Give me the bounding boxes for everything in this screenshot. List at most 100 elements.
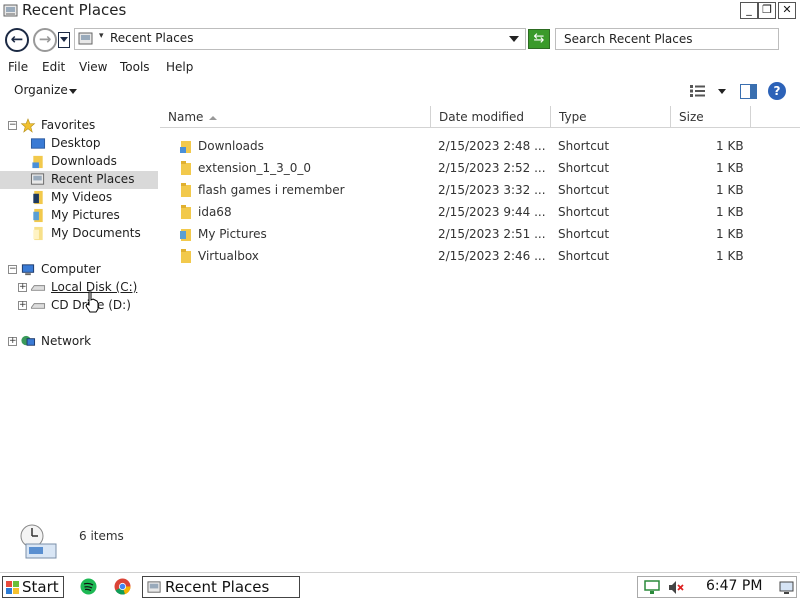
- menu-tools[interactable]: Tools: [120, 60, 150, 74]
- hand-cursor-icon: [85, 291, 99, 313]
- file-size: 1 KB: [716, 161, 744, 175]
- menu-edit[interactable]: Edit: [42, 60, 65, 74]
- column-header-type[interactable]: Type: [551, 106, 671, 128]
- file-row[interactable]: ida68 2/15/2023 9:44 ... Shortcut 1 KB: [160, 201, 800, 223]
- column-size-label: Size: [679, 110, 704, 124]
- taskbar-button-label: Recent Places: [165, 578, 270, 596]
- taskbar-button-recent-places[interactable]: Recent Places: [142, 576, 300, 598]
- nav-item-label: Recent Places: [51, 172, 135, 186]
- start-label: Start: [22, 578, 59, 596]
- search-input[interactable]: Search Recent Places: [555, 28, 779, 50]
- chrome-icon[interactable]: [114, 578, 131, 595]
- menu-file[interactable]: File: [8, 60, 28, 74]
- file-type: Shortcut: [558, 139, 610, 153]
- menu-help[interactable]: Help: [166, 60, 193, 74]
- nav-item-label: My Documents: [51, 226, 141, 240]
- collapse-icon[interactable]: −: [8, 265, 17, 274]
- back-button[interactable]: ←: [5, 28, 29, 52]
- recent-places-icon: [30, 173, 45, 185]
- collapse-icon[interactable]: −: [8, 121, 17, 130]
- change-view-icon[interactable]: [690, 84, 706, 98]
- nav-item-my-videos[interactable]: My Videos: [0, 189, 158, 207]
- file-size: 1 KB: [716, 249, 744, 263]
- address-bar[interactable]: ▾ Recent Places: [74, 28, 526, 50]
- item-count: 6 items: [79, 529, 124, 543]
- column-type-label: Type: [559, 110, 587, 124]
- spotify-icon[interactable]: [80, 578, 97, 595]
- file-row[interactable]: flash games i remember 2/15/2023 3:32 ...…: [160, 179, 800, 201]
- file-name: Downloads: [198, 139, 264, 153]
- back-arrow-icon: ←: [10, 30, 24, 48]
- forward-arrow-icon: →: [38, 30, 52, 48]
- folder-icon: [181, 183, 191, 197]
- folder-icon: [181, 205, 191, 219]
- cd-drive-icon: [30, 303, 46, 309]
- expand-icon[interactable]: +: [18, 283, 27, 292]
- network-icon: [21, 335, 36, 346]
- recent-places-icon: [78, 32, 93, 45]
- forward-button[interactable]: →: [33, 28, 57, 52]
- nav-item-label: My Videos: [51, 190, 113, 204]
- file-date: 2/15/2023 3:32 ...: [438, 183, 546, 197]
- preview-pane-icon[interactable]: [740, 84, 757, 99]
- nav-computer-label: Computer: [41, 262, 101, 276]
- drive-icon: [30, 285, 46, 291]
- file-type: Shortcut: [558, 183, 610, 197]
- nav-item-cd-drive[interactable]: + CD Drive (D:): [0, 297, 158, 315]
- address-history-dropdown[interactable]: [509, 36, 519, 42]
- nav-item-label: Desktop: [51, 136, 101, 150]
- column-header-size[interactable]: Size: [671, 106, 751, 128]
- nav-item-desktop[interactable]: Desktop: [0, 135, 158, 153]
- close-button[interactable]: ✕: [778, 2, 796, 19]
- nav-computer[interactable]: − Computer: [0, 261, 158, 279]
- title-bar[interactable]: Recent Places _ ❐ ✕: [0, 0, 800, 22]
- recent-locations-dropdown[interactable]: [58, 32, 70, 48]
- folder-icon: [181, 249, 191, 263]
- expand-icon[interactable]: +: [18, 301, 27, 310]
- nav-favorites[interactable]: − Favorites: [0, 117, 158, 135]
- maximize-button[interactable]: ❐: [758, 2, 776, 19]
- show-desktop-icon[interactable]: [779, 580, 794, 595]
- view-options-dropdown-icon[interactable]: [718, 89, 726, 94]
- organize-dropdown-icon[interactable]: [69, 89, 77, 94]
- menu-view[interactable]: View: [79, 60, 107, 74]
- file-row[interactable]: My Pictures 2/15/2023 2:51 ... Shortcut 1 K…: [160, 223, 800, 245]
- file-type: Shortcut: [558, 205, 610, 219]
- file-row[interactable]: Downloads 2/15/2023 2:48 ... Shortcut 1 KB: [160, 135, 800, 157]
- file-row[interactable]: Virtualbox 2/15/2023 2:46 ... Shortcut 1 KB: [160, 245, 800, 267]
- file-date: 2/15/2023 9:44 ...: [438, 205, 546, 219]
- network-status-icon[interactable]: [644, 580, 660, 595]
- organize-button[interactable]: Organize: [14, 83, 68, 97]
- nav-item-my-pictures[interactable]: My Pictures: [0, 207, 158, 225]
- volume-muted-icon[interactable]: [668, 580, 684, 595]
- command-bar: Organize ?: [0, 80, 800, 102]
- nav-item-recent-places[interactable]: Recent Places: [0, 171, 158, 189]
- file-size: 1 KB: [716, 205, 744, 219]
- minimize-button[interactable]: _: [740, 2, 758, 19]
- nav-network[interactable]: + Network: [0, 333, 158, 351]
- column-date-label: Date modified: [439, 110, 525, 124]
- file-size: 1 KB: [716, 227, 744, 241]
- expand-icon[interactable]: +: [8, 337, 17, 346]
- help-icon[interactable]: ?: [768, 82, 786, 100]
- nav-network-label: Network: [41, 334, 92, 348]
- file-date: 2/15/2023 2:48 ...: [438, 139, 546, 153]
- column-header-name[interactable]: Name: [160, 106, 431, 128]
- file-row[interactable]: extension_1_3_0_0 2/15/2023 2:52 ... Short…: [160, 157, 800, 179]
- nav-item-my-documents[interactable]: My Documents: [0, 225, 158, 243]
- clock[interactable]: 6:47 PM: [706, 578, 762, 594]
- file-name: ida68: [198, 205, 232, 219]
- file-size: 1 KB: [716, 139, 744, 153]
- refresh-button[interactable]: ⇆: [528, 29, 550, 49]
- file-date: 2/15/2023 2:46 ...: [438, 249, 546, 263]
- breadcrumb-chevron-icon[interactable]: ▾: [99, 31, 104, 41]
- recent-places-large-icon: [20, 524, 57, 559]
- breadcrumb-location[interactable]: Recent Places: [110, 31, 193, 45]
- nav-item-local-disk[interactable]: + Local Disk (C:): [0, 279, 158, 297]
- nav-item-downloads[interactable]: Downloads: [0, 153, 158, 171]
- star-icon: [20, 118, 36, 133]
- start-button[interactable]: Start: [2, 576, 64, 598]
- downloads-folder-icon: [32, 155, 43, 169]
- folder-icon: [181, 161, 191, 175]
- column-header-date[interactable]: Date modified: [431, 106, 551, 128]
